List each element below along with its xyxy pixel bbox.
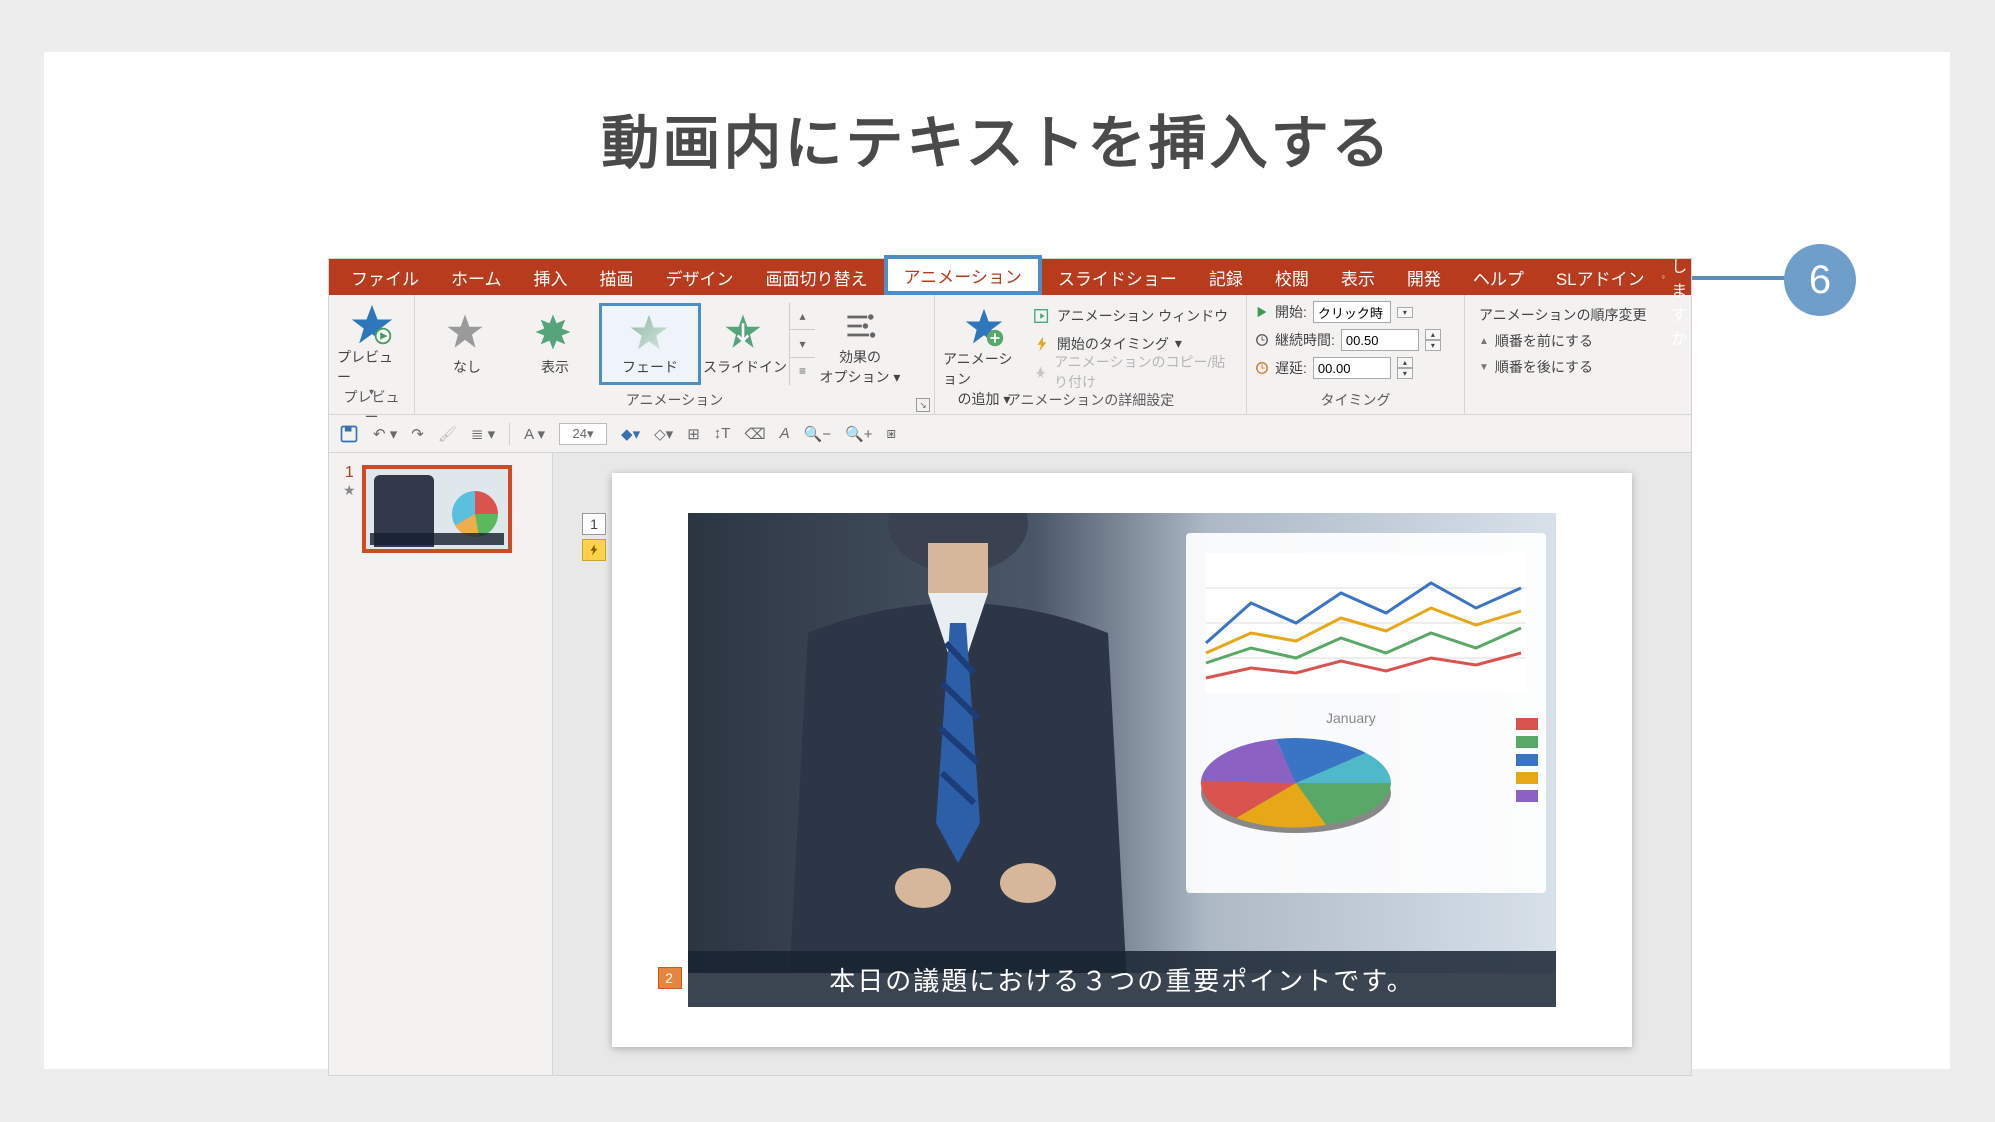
add-animation-button[interactable]: アニメーション の追加 ▾ [943,301,1025,387]
animation-painter-button[interactable]: アニメーションのコピー/貼り付け [1029,359,1238,385]
caption-text-box[interactable]: 2 本日の議題における３つの重要ポイントです。 [688,951,1556,1007]
qat-overflow[interactable]: ⧆ [887,425,897,442]
callout-number-6: 6 [1784,244,1856,316]
play-icon [1255,305,1269,319]
group-advanced: アニメーション の追加 ▾ アニメーション ウィンドウ 開始のタイミング ▾ [935,295,1247,414]
tab-file[interactable]: ファイル [335,260,435,294]
zoom-out-icon[interactable]: 🔍− [804,425,831,443]
tab-view[interactable]: 表示 [1325,260,1391,294]
reorder-header: アニメーションの順序変更 [1473,303,1652,327]
move-later-button[interactable]: ▼順番を後にする [1473,355,1599,379]
group-animation-label: アニメーション [423,388,926,412]
group-animation: なし 表示 フェード スライドイン [415,295,935,414]
delay-spinner[interactable]: ▴▾ [1397,357,1413,379]
pane-icon [1033,307,1051,325]
preview-star-icon [350,303,394,347]
duration-input[interactable] [1341,329,1419,351]
tab-record[interactable]: 記録 [1193,260,1259,294]
start-field: 開始: ▾ [1255,299,1413,325]
group-preview-label: プレビュー [337,385,406,429]
caption-text: 本日の議題における３つの重要ポイントです。 [829,961,1414,998]
tab-developer[interactable]: 開発 [1391,260,1457,294]
presenter-figure [748,513,1168,973]
slide-thumbnail-panel: 1 ★ [329,453,553,1075]
align-icon[interactable]: ⊞ [687,425,700,443]
animation-tag-2[interactable]: 2 [658,967,682,989]
zoom-in-icon[interactable]: 🔍+ [845,425,872,443]
ribbon-tab-bar: ファイル ホーム 挿入 描画 デザイン 画面切り替え アニメーション スライドシ… [329,259,1691,295]
group-preview: プレビュー ▾ プレビュー [329,295,415,414]
tab-review[interactable]: 校閲 [1259,260,1325,294]
qat-list-icon[interactable]: ≣ ▾ [471,425,495,443]
powerpoint-window: ファイル ホーム 挿入 描画 デザイン 画面切り替え アニメーション スライドシ… [328,258,1692,1076]
start-input[interactable] [1313,301,1391,323]
svg-text:January: January [1326,710,1376,726]
tutorial-card: 動画内にテキストを挿入する 6 ファイル ホーム 挿入 描画 デザイン 画面切り… [44,52,1950,1069]
outline-icon[interactable]: ◇▾ [654,425,673,443]
animation-tag-lightning[interactable] [582,539,606,561]
animation-indicator-icon: ★ [343,483,356,497]
page-title: 動画内にテキストを挿入する [44,52,1950,180]
duration-field: 継続時間: ▴▾ [1255,327,1441,353]
tell-me-search[interactable]: 何をしますか [1661,205,1713,349]
eraser-icon[interactable]: ⌫ [744,425,765,443]
anim-fade[interactable]: フェード [599,303,701,385]
painter-icon [1033,363,1048,381]
animation-group-launcher[interactable]: ↘ [916,398,930,412]
tab-design[interactable]: デザイン [650,260,750,294]
add-animation-icon [962,305,1006,349]
group-timing: 開始: ▾ 継続時間: ▴▾ 遅延: ▴▾ [1247,295,1465,414]
slide-canvas-area[interactable]: 1 [553,453,1691,1075]
gallery-expand[interactable]: ▴▾≡ [789,303,815,385]
fill-icon[interactable]: ◆▾ [621,425,640,443]
font-letter: A ▾ [524,425,545,443]
slide-thumbnail-1[interactable] [362,465,512,553]
presentation-screen: January [1186,533,1546,893]
group-advanced-label: アニメーションの詳細設定 [943,388,1238,412]
video-placeholder[interactable]: January [688,513,1556,973]
start-spinner[interactable]: ▾ [1397,307,1413,318]
group-reorder: アニメーションの順序変更 ▲順番を前にする ▼順番を後にする [1465,295,1691,414]
tab-home[interactable]: ホーム [435,260,518,294]
ruler-icon[interactable]: ↕T [714,425,731,442]
text-a-icon[interactable]: A [780,425,790,442]
duration-spinner[interactable]: ▴▾ [1425,329,1441,351]
delay-input[interactable] [1313,357,1391,379]
quick-access-toolbar: ↶ ▾ ↷ 🖌 ≣ ▾ A ▾ 24 ▾ ◆▾ ◇▾ ⊞ ↕T ⌫ A 🔍− 🔍… [329,415,1691,453]
preview-button[interactable]: プレビュー ▾ [337,299,406,385]
clock-icon [1255,333,1269,347]
tab-help[interactable]: ヘルプ [1457,260,1540,294]
slide-number-1: 1 [345,465,354,481]
animation-pane-button[interactable]: アニメーション ウィンドウ [1029,303,1238,329]
group-timing-label: タイミング [1255,388,1456,412]
ribbon-body: プレビュー ▾ プレビュー なし 表示 [329,295,1691,415]
font-size-input[interactable]: 24 ▾ [559,423,607,445]
effect-options-icon [838,305,882,347]
animation-tag-1[interactable]: 1 [582,513,606,535]
delay-field: 遅延: ▴▾ [1255,355,1413,381]
tab-sl-addin[interactable]: SLアドイン [1540,260,1661,294]
delay-icon [1255,361,1269,375]
tab-draw[interactable]: 描画 [584,260,650,294]
effect-options-button[interactable]: 効果の オプション ▾ [819,301,901,387]
anim-none[interactable]: なし [423,303,511,385]
anim-appear[interactable]: 表示 [511,303,599,385]
slide-1[interactable]: 1 [612,473,1632,1047]
editing-area: 1 ★ 1 [329,453,1691,1075]
animation-gallery: なし 表示 フェード スライドイン [423,303,815,385]
anim-fly-in[interactable]: スライドイン [701,303,789,385]
qat-brush-icon[interactable]: 🖌 [438,425,457,443]
tab-insert[interactable]: 挿入 [518,260,584,294]
tab-slideshow[interactable]: スライドショー [1042,260,1193,294]
tell-me-label: 何をしますか [1671,205,1698,349]
lightning-icon [1033,335,1051,353]
tab-animations[interactable]: アニメーション [884,255,1042,295]
redo-icon[interactable]: ↷ [411,425,424,443]
tab-transitions[interactable]: 画面切り替え [750,260,884,294]
move-earlier-button[interactable]: ▲順番を前にする [1473,329,1599,353]
lightbulb-icon [1661,269,1666,285]
